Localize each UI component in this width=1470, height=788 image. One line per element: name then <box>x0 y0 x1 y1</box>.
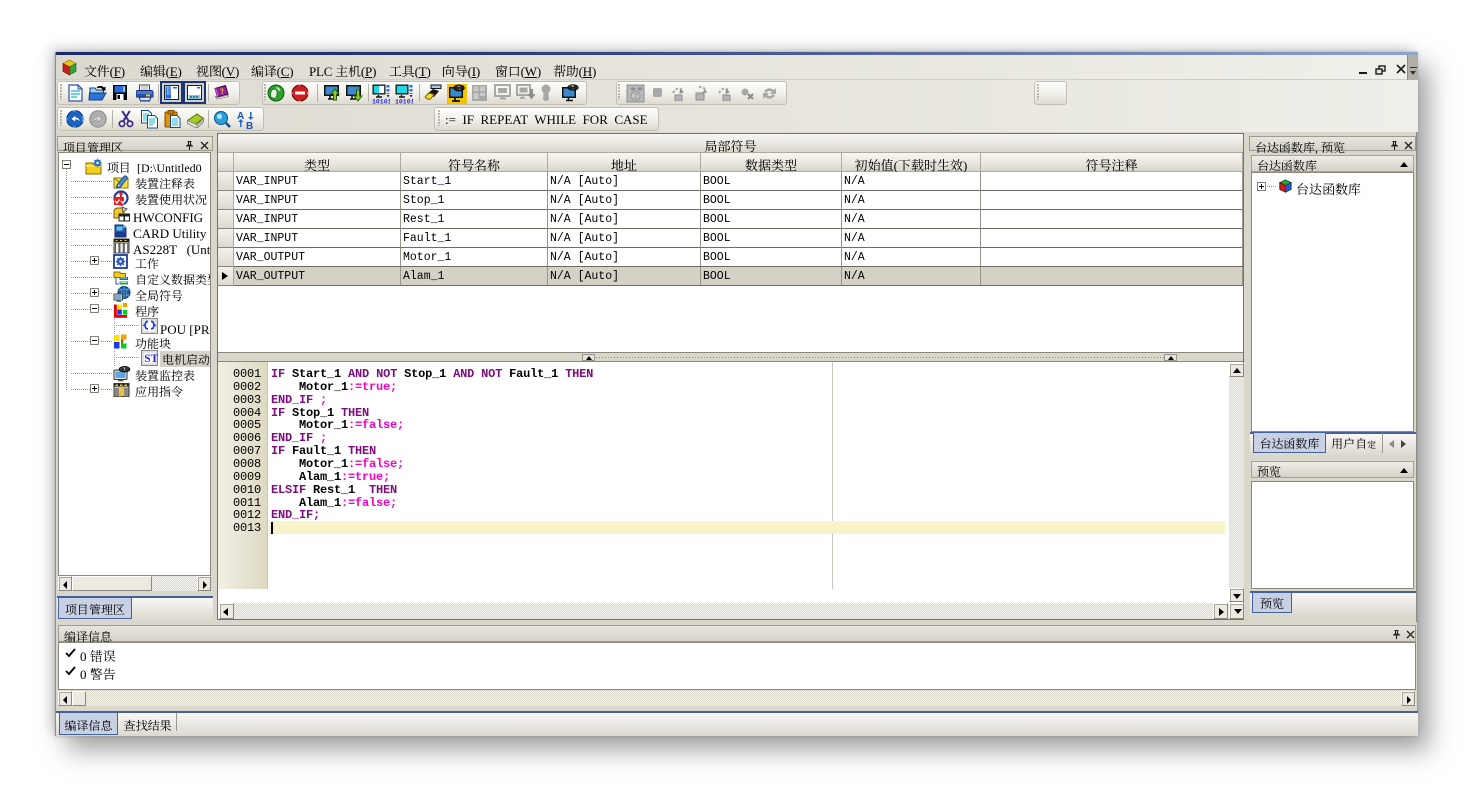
svg-text:2: 2 <box>634 92 639 101</box>
svg-text:B: B <box>246 121 253 129</box>
svg-text:ST: ST <box>144 353 158 365</box>
svg-text:10101: 10101 <box>372 99 390 105</box>
svg-text:10101: 10101 <box>395 99 413 105</box>
